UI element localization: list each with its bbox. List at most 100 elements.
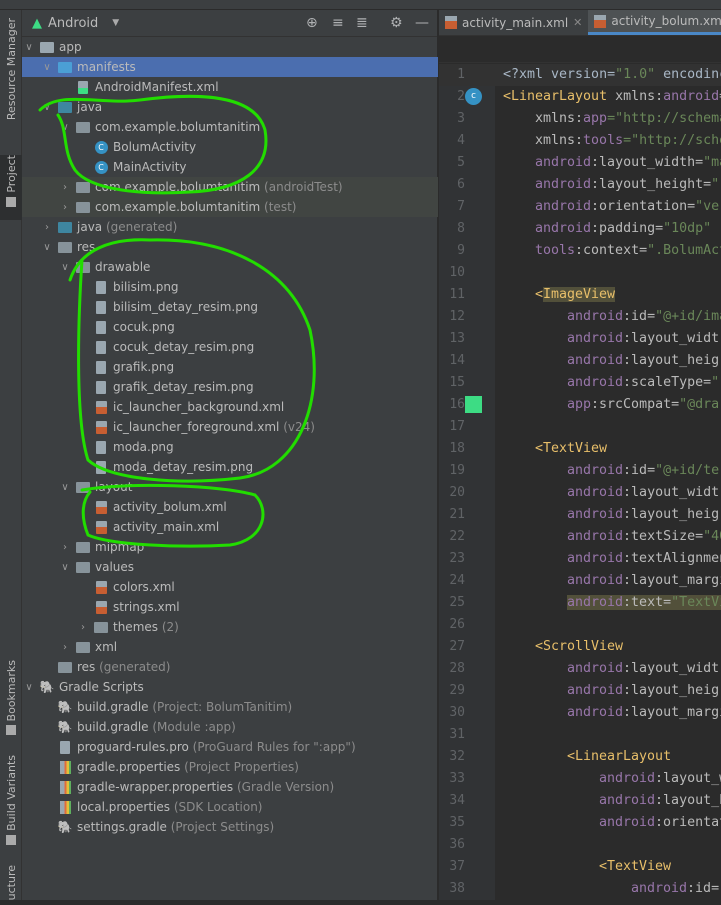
tree-item[interactable]: local.properties (SDK Location)	[22, 797, 438, 817]
tree-item[interactable]: ∨ layout	[22, 477, 438, 497]
chevron-down-icon[interactable]: ∨	[58, 262, 72, 273]
chevron-right-icon[interactable]: ›	[76, 622, 90, 633]
tree-item[interactable]: bilisim_detay_resim.png	[22, 297, 438, 317]
module-icon	[40, 40, 54, 54]
tree-item[interactable]: cocuk_detay_resim.png	[22, 337, 438, 357]
tree-item[interactable]: grafik_detay_resim.png	[22, 377, 438, 397]
tree-item[interactable]: proguard-rules.pro (ProGuard Rules for "…	[22, 737, 438, 757]
item-name: layout	[95, 480, 133, 494]
tree-item[interactable]: ∨ res	[22, 237, 438, 257]
code-token: :id=	[623, 309, 656, 324]
tree-item-label: grafik_detay_resim.png	[113, 380, 254, 394]
structure-tab[interactable]: ucture	[0, 865, 22, 905]
file-icon	[94, 300, 108, 314]
tree-item[interactable]: moda_detay_resim.png	[22, 457, 438, 477]
project-tab[interactable]: Project	[0, 155, 22, 220]
item-name: MainActivity	[113, 160, 187, 174]
code-token: "40	[703, 529, 721, 544]
close-icon[interactable]: ✕	[573, 16, 582, 29]
color-swatch-icon[interactable]	[465, 396, 482, 413]
tree-item[interactable]: C MainActivity	[22, 157, 438, 177]
tree-item[interactable]: C BolumActivity	[22, 137, 438, 157]
tree-item[interactable]: › com.example.bolumtanitim (test)	[22, 197, 438, 217]
gear-icon[interactable]: ⚙	[390, 15, 403, 31]
code-token: :textAlignmen	[623, 551, 721, 566]
tree-item[interactable]: activity_main.xml	[22, 517, 438, 537]
tree-item[interactable]: gradle.properties (Project Properties)	[22, 757, 438, 777]
tree-item[interactable]: 🐘 settings.gradle (Project Settings)	[22, 817, 438, 837]
code-token: :layout_heig	[623, 683, 720, 698]
tree-item[interactable]: 🐘 build.gradle (Project: BolumTanitim)	[22, 697, 438, 717]
tab-activity-bolum[interactable]: activity_bolum.xml	[588, 10, 721, 35]
folder-icon	[76, 560, 90, 574]
chevron-down-icon[interactable]: ∨	[58, 122, 72, 133]
tree-item[interactable]: ∨ com.example.bolumtanitim	[22, 117, 438, 137]
tree-item[interactable]: ic_launcher_foreground.xml (v24)	[22, 417, 438, 437]
code-text: android:textSize="40	[567, 526, 721, 548]
tree-item[interactable]: activity_bolum.xml	[22, 497, 438, 517]
class-gutter-icon[interactable]: c	[465, 88, 482, 105]
line-number: 1	[457, 67, 465, 82]
tree-item[interactable]: moda.png	[22, 437, 438, 457]
tree-item[interactable]: colors.xml	[22, 577, 438, 597]
tree-item[interactable]: ∨ values	[22, 557, 438, 577]
line-number: 34	[449, 793, 465, 808]
line-number: 20	[449, 485, 465, 500]
tree-item[interactable]: gradle-wrapper.properties (Gradle Versio…	[22, 777, 438, 797]
build-variants-tab[interactable]: Build Variants	[0, 755, 22, 850]
resource-manager-tab[interactable]: Resource Manager	[0, 18, 22, 128]
tree-item[interactable]: › java (generated)	[22, 217, 438, 237]
tree-item[interactable]: cocuk.png	[22, 317, 438, 337]
tree-item[interactable]: ∨ 🐘 Gradle Scripts	[22, 677, 438, 697]
chevron-down-icon[interactable]: ∨	[22, 42, 36, 53]
chevron-down-icon[interactable]: ∨	[58, 482, 72, 493]
chevron-down-icon[interactable]: ▼	[112, 18, 119, 28]
chevron-right-icon[interactable]: ›	[58, 202, 72, 213]
tree-item[interactable]: bilisim.png	[22, 277, 438, 297]
locate-icon[interactable]: ⊕	[306, 15, 318, 31]
view-selector[interactable]: Android	[48, 16, 98, 31]
chevron-right-icon[interactable]: ›	[58, 642, 72, 653]
code-token: android	[599, 815, 656, 830]
chevron-right-icon[interactable]: ›	[40, 222, 54, 233]
code-editor[interactable]: 1 <?xml version="1.0" encodinc 2 c <LinearLa…	[439, 64, 721, 900]
tree-item[interactable]: 🐘 build.gradle (Module :app)	[22, 717, 438, 737]
chevron-right-icon[interactable]: ›	[58, 182, 72, 193]
tree-item[interactable]: ∨ java	[22, 97, 438, 117]
chevron-down-icon[interactable]: ∨	[22, 682, 36, 693]
chevron-down-icon[interactable]: ∨	[40, 102, 54, 113]
tree-item[interactable]: ic_launcher_background.xml	[22, 397, 438, 417]
code-token: android	[631, 881, 688, 896]
item-name: activity_main.xml	[113, 520, 220, 534]
collapse-all-icon[interactable]: ≣	[356, 15, 368, 31]
tree-item[interactable]: › xml	[22, 637, 438, 657]
tree-item[interactable]: › com.example.bolumtanitim (androidTest)	[22, 177, 438, 197]
bookmarks-tab[interactable]: Bookmarks	[0, 660, 22, 740]
chevron-down-icon[interactable]: ∨	[40, 62, 54, 73]
code-text: <TextView	[599, 856, 671, 878]
tab-activity-main[interactable]: activity_main.xml ✕	[439, 10, 588, 35]
tree-item[interactable]: strings.xml	[22, 597, 438, 617]
tree-item-label: xml	[95, 640, 117, 654]
minimize-icon[interactable]: —	[415, 15, 429, 31]
line-number: 22	[449, 529, 465, 544]
line-number: 23	[449, 551, 465, 566]
tree-item-label: cocuk.png	[113, 320, 175, 334]
file-icon	[94, 280, 108, 294]
tree-item[interactable]: ∨ drawable	[22, 257, 438, 277]
tree-item[interactable]: › mipmap	[22, 537, 438, 557]
chevron-down-icon[interactable]: ∨	[58, 562, 72, 573]
line-number: 7	[457, 199, 465, 214]
expand-all-icon[interactable]: ≡	[332, 15, 344, 31]
tab-label: activity_main.xml	[462, 15, 569, 30]
tree-item[interactable]: res (generated)	[22, 657, 438, 677]
tree-item[interactable]: › themes (2)	[22, 617, 438, 637]
tree-item[interactable]: grafik.png	[22, 357, 438, 377]
line-number: 10	[449, 265, 465, 280]
tree-item[interactable]: ∨ app	[22, 37, 438, 57]
chevron-down-icon[interactable]: ∨	[40, 242, 54, 253]
chevron-right-icon[interactable]: ›	[58, 542, 72, 553]
item-detail: (2)	[158, 620, 179, 634]
tree-item[interactable]: ∨ manifests	[22, 57, 438, 77]
tree-item[interactable]: AndroidManifest.xml	[22, 77, 438, 97]
